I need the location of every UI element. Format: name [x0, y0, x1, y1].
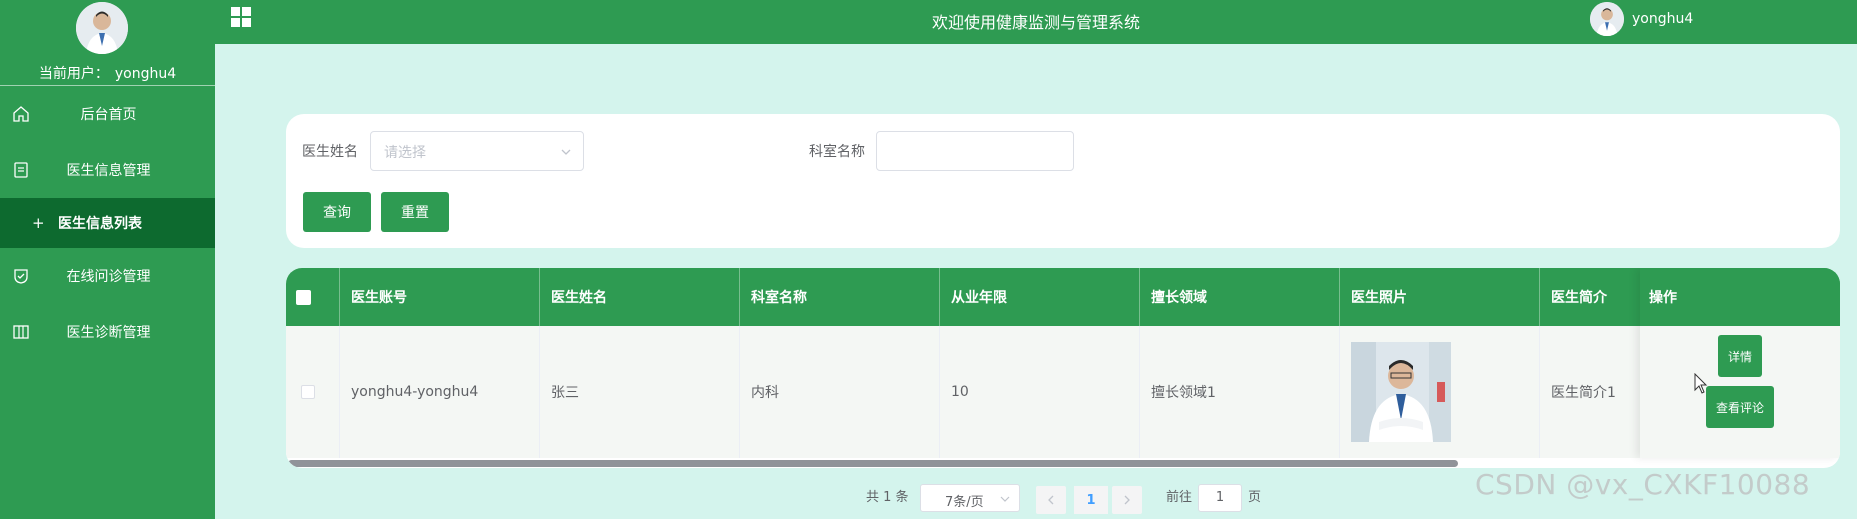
column-header: 医生简介: [1551, 290, 1607, 306]
doctor-name-label: 医生姓名: [302, 144, 358, 160]
avatar: [1590, 2, 1624, 36]
current-user-name: yonghu4: [114, 66, 177, 82]
cell-photo: [1340, 326, 1540, 458]
chevron-down-icon: [561, 149, 571, 155]
table-row: yonghu4-yonghu4 张三 内科 10 擅长领域1 医生简介1: [286, 326, 1840, 458]
cell-account: yonghu4-yonghu4: [340, 326, 540, 458]
select-all-checkbox[interactable]: [296, 289, 311, 305]
doctor-table: 医生账号 医生姓名 科室名称 从业年限 擅长领域 医生照片 医生简介 yongh…: [286, 268, 1840, 468]
watermark: CSDN @vx_CXKF10088: [1475, 468, 1811, 501]
page-size-value: 7条/页: [945, 495, 984, 510]
goto-page-input[interactable]: 1: [1198, 484, 1242, 512]
cell-department: 内科: [740, 326, 940, 458]
mouse-cursor-icon: [1694, 373, 1708, 394]
column-header: 操作: [1640, 268, 1840, 326]
select-all-cell: [286, 268, 340, 326]
sidebar-item-doctor-info[interactable]: 医生信息管理: [0, 142, 215, 198]
sidebar-subitem-doctor-list[interactable]: + 医生信息列表: [0, 198, 215, 248]
sidebar-subitem-label: 医生信息列表: [58, 216, 142, 232]
department-input[interactable]: [876, 131, 1074, 171]
column-header: 医生账号: [340, 268, 540, 326]
operations-cell: 详情 查看评论: [1640, 326, 1840, 458]
plus-icon: +: [32, 214, 45, 232]
avatar: [76, 2, 128, 54]
detail-button[interactable]: 详情: [1718, 335, 1762, 377]
next-page-button[interactable]: [1112, 486, 1142, 514]
sidebar-user-block: 当前用户： yonghu4: [0, 0, 215, 86]
chevron-right-icon: [1124, 495, 1130, 505]
doctor-name-select[interactable]: 请选择: [370, 131, 584, 171]
table-horizontal-scrollbar[interactable]: [288, 460, 1458, 467]
pagination-total: 共 1 条: [866, 490, 909, 505]
sidebar-item-label: 医生信息管理: [66, 163, 151, 179]
goto-label: 前往: [1166, 490, 1193, 505]
sidebar-menu: 后台首页 医生信息管理: [0, 86, 215, 198]
chevron-down-icon: [1000, 496, 1010, 502]
sidebar: 当前用户： yonghu4 后台首页 医生信息管理 + 医生信息列表 在线问诊管理…: [0, 0, 215, 519]
reset-button[interactable]: 重置: [381, 192, 449, 232]
table-header: 医生账号 医生姓名 科室名称 从业年限 擅长领域 医生照片 医生简介: [286, 268, 1840, 326]
cell-years: 10: [940, 326, 1140, 458]
search-panel: 医生姓名 请选择 科室名称 查询 重置: [286, 114, 1840, 248]
department-label: 科室名称: [809, 144, 865, 160]
column-header: 医生姓名: [540, 268, 740, 326]
view-comments-button[interactable]: 查看评论: [1706, 386, 1774, 428]
column-header: 擅长领域: [1140, 268, 1340, 326]
page-number-current[interactable]: 1: [1074, 486, 1108, 514]
sidebar-item-consultation[interactable]: 在线问诊管理: [0, 248, 215, 304]
cell-name: 张三: [540, 326, 740, 458]
row-checkbox[interactable]: [301, 385, 315, 399]
operations-column: 操作 详情 查看评论: [1640, 268, 1840, 458]
sidebar-item-label: 后台首页: [80, 107, 137, 123]
row-select-cell: [286, 326, 340, 458]
current-user-label: 当前用户：: [38, 66, 109, 82]
header-username: yonghu4: [1632, 11, 1694, 27]
sidebar-item-home[interactable]: 后台首页: [0, 86, 215, 142]
chevron-left-icon: [1048, 495, 1054, 505]
cell-specialty: 擅长领域1: [1140, 326, 1340, 458]
cell-intro: 医生简介1: [1551, 385, 1616, 401]
page-size-select[interactable]: 7条/页: [920, 484, 1020, 512]
doctor-photo[interactable]: [1351, 342, 1451, 442]
sidebar-menu-lower: 在线问诊管理 医生诊断管理: [0, 248, 215, 360]
current-user-line: 当前用户： yonghu4: [0, 63, 215, 83]
column-header: 医生照片: [1340, 268, 1540, 326]
top-header: 欢迎使用健康监测与管理系统 yonghu4: [215, 0, 1857, 44]
sidebar-item-diagnosis[interactable]: 医生诊断管理: [0, 304, 215, 360]
sidebar-item-label: 医生诊断管理: [66, 325, 151, 341]
page-suffix: 页: [1248, 490, 1262, 505]
column-header: 从业年限: [940, 268, 1140, 326]
column-header: 科室名称: [740, 268, 940, 326]
sidebar-item-label: 在线问诊管理: [66, 269, 151, 285]
prev-page-button[interactable]: [1036, 486, 1066, 514]
header-user-menu[interactable]: yonghu4: [1590, 0, 1693, 38]
doctor-name-placeholder: 请选择: [384, 145, 426, 161]
query-button[interactable]: 查询: [303, 192, 371, 232]
